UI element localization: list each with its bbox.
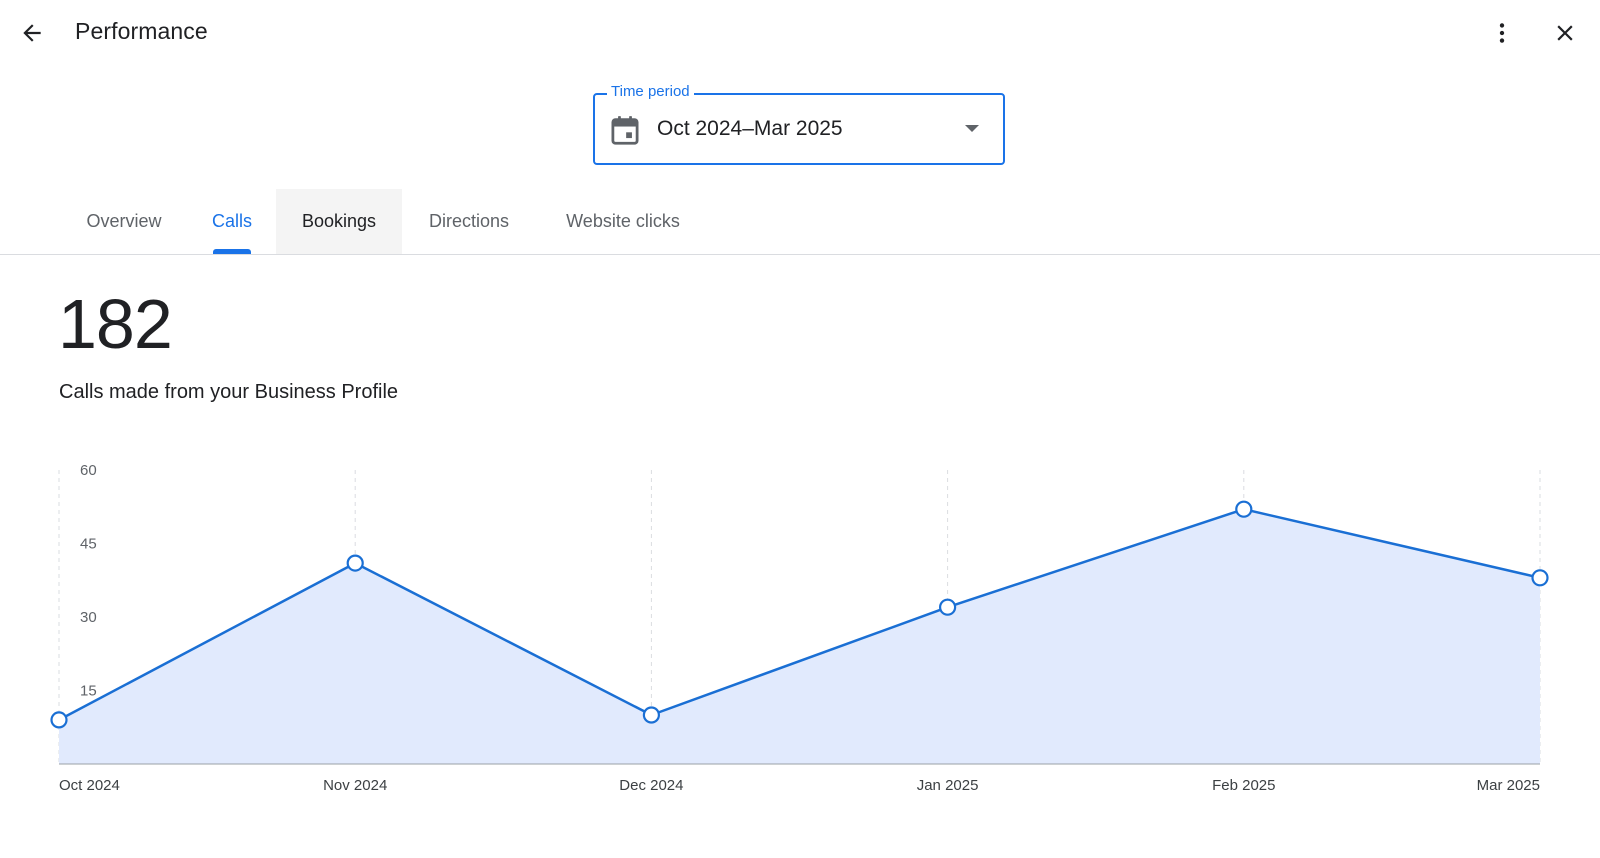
calendar-icon — [611, 116, 639, 145]
y-tick-label: 60 — [80, 462, 97, 479]
y-tick-label: 45 — [80, 536, 97, 553]
time-period-value: Oct 2024–Mar 2025 — [657, 117, 843, 140]
page-title: Performance — [75, 18, 208, 44]
y-tick-label: 30 — [80, 609, 97, 626]
x-tick-label: Oct 2024 — [59, 777, 120, 794]
x-tick-label: Jan 2025 — [917, 777, 979, 794]
data-point — [346, 554, 364, 572]
tab-calls[interactable]: Calls — [189, 189, 275, 254]
data-point — [1531, 569, 1549, 587]
data-point — [50, 711, 68, 729]
close-icon — [1557, 25, 1573, 41]
tab-directions[interactable]: Directions — [402, 189, 536, 254]
x-tick-label: Nov 2024 — [323, 777, 387, 794]
x-tick-label: Mar 2025 — [1477, 777, 1540, 794]
metric-value: 182 — [58, 285, 173, 363]
y-tick-label: 15 — [80, 683, 97, 700]
more-vert-icon — [1499, 23, 1505, 43]
data-point — [642, 706, 661, 724]
time-period-select[interactable]: Time period Oct 2024–Mar 2025 — [593, 83, 1005, 165]
metric-label: Calls made from your Business Profile — [59, 381, 399, 403]
data-point — [1235, 500, 1253, 518]
data-point — [938, 598, 957, 616]
calls-line-chart: 15 30 45 60 Oct 2024 Nov 2024 Dec 2024 Jan 2025… — [50, 462, 1549, 794]
tab-overview[interactable]: Overview — [59, 189, 189, 254]
active-tab-indicator — [213, 249, 251, 254]
tab-label: Overview — [86, 211, 162, 231]
back-button[interactable] — [12, 13, 52, 53]
area-fill — [59, 509, 1540, 764]
dropdown-arrow-icon — [965, 125, 979, 132]
x-tick-label: Dec 2024 — [619, 777, 683, 794]
tab-bookings[interactable]: Bookings — [276, 189, 402, 254]
tab-bar: Overview Calls Bookings Directions Websi… — [0, 189, 1600, 255]
close-button[interactable] — [1545, 13, 1585, 53]
time-period-label: Time period — [607, 83, 694, 100]
arrow-back-icon — [23, 24, 41, 42]
tab-label: Directions — [428, 211, 510, 231]
top-bar: Performance — [0, 0, 1600, 66]
x-tick-label: Feb 2025 — [1212, 777, 1275, 794]
tab-website-clicks[interactable]: Website clicks — [536, 189, 710, 254]
more-options-button[interactable] — [1482, 13, 1522, 53]
tab-label: Website clicks — [566, 211, 680, 231]
tab-label: Calls — [211, 211, 252, 231]
tab-label: Bookings — [301, 211, 377, 231]
